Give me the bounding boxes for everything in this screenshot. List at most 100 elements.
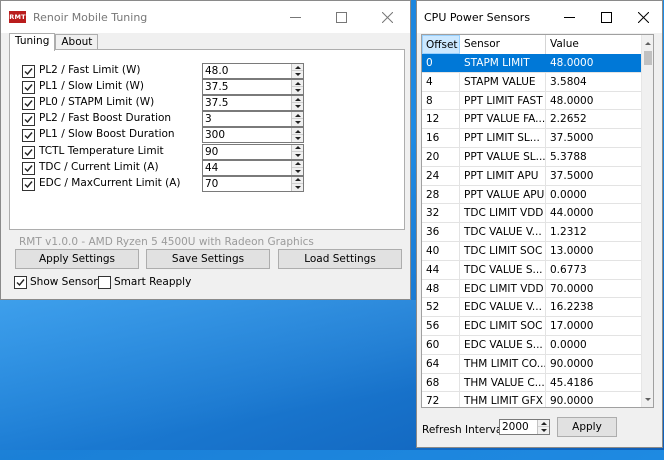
table-row[interactable]: 0 STAPM LIMIT 48.0000 bbox=[422, 54, 642, 73]
table-row[interactable]: 60 EDC VALUE S... 0.0000 bbox=[422, 336, 642, 355]
spin-up-button[interactable] bbox=[292, 80, 303, 88]
value-cell[interactable]: 0.6773 bbox=[546, 261, 642, 279]
param-checkbox[interactable] bbox=[22, 97, 35, 111]
spin-down-button[interactable] bbox=[538, 427, 549, 434]
spin-down-button[interactable] bbox=[292, 71, 303, 78]
sensor-cell[interactable]: THM VALUE C... bbox=[460, 373, 546, 392]
param-value[interactable]: 300 bbox=[205, 129, 225, 141]
offset-cell[interactable]: 52 bbox=[422, 298, 460, 317]
column-header-offset[interactable]: Offset bbox=[422, 35, 460, 54]
offset-cell[interactable]: 44 bbox=[422, 260, 460, 279]
table-row[interactable]: 64 THM LIMIT CO... 90.0000 bbox=[422, 354, 642, 374]
spin-up-button[interactable] bbox=[292, 112, 303, 120]
spin-down-button[interactable] bbox=[292, 103, 303, 110]
sensor-cell[interactable]: PPT VALUE SL... bbox=[460, 148, 546, 166]
value-cell[interactable]: 90.0000 bbox=[546, 392, 642, 407]
table-row[interactable]: 24 PPT LIMIT APU 37.5000 bbox=[422, 166, 642, 186]
tab-about[interactable]: About bbox=[55, 34, 99, 50]
param-checkbox[interactable] bbox=[22, 81, 35, 95]
spin-up-button[interactable] bbox=[292, 145, 303, 152]
grid-scrollbar[interactable] bbox=[641, 35, 653, 407]
sensor-cell[interactable]: TDC LIMIT SOC bbox=[460, 242, 546, 260]
show-sensors-checkbox[interactable]: Show Sensors bbox=[14, 275, 103, 291]
table-row[interactable]: 56 EDC LIMIT SOC 17.0000 bbox=[422, 317, 642, 336]
smart-reapply-checkbox[interactable]: Smart Reapply bbox=[98, 275, 191, 291]
sensor-minimize-button[interactable] bbox=[551, 1, 588, 33]
sensor-cell[interactable]: STAPM VALUE bbox=[460, 72, 546, 91]
offset-cell[interactable]: 12 bbox=[422, 110, 460, 129]
table-row[interactable]: 48 EDC LIMIT VDD 70.0000 bbox=[422, 279, 642, 299]
spin-down-button[interactable] bbox=[292, 119, 303, 126]
param-checkbox[interactable] bbox=[22, 161, 35, 175]
table-row[interactable]: 16 PPT LIMIT SL... 37.5000 bbox=[422, 129, 642, 148]
offset-cell[interactable]: 8 bbox=[422, 91, 460, 110]
sensor-cell[interactable]: STAPM LIMIT bbox=[460, 54, 546, 72]
param-value[interactable]: 37.5 bbox=[205, 81, 228, 93]
offset-cell[interactable]: 32 bbox=[422, 204, 460, 223]
param-value-input[interactable]: 70 bbox=[202, 175, 304, 192]
tab-tuning[interactable]: Tuning bbox=[9, 33, 56, 51]
sensor-cell[interactable]: PPT LIMIT SL... bbox=[460, 129, 546, 148]
table-row[interactable]: 44 TDC VALUE S... 0.6773 bbox=[422, 260, 642, 280]
param-value-input[interactable]: 37.5 bbox=[202, 95, 304, 112]
sensor-cell[interactable]: TDC VALUE V... bbox=[460, 223, 546, 242]
table-row[interactable]: 28 PPT VALUE APU 0.0000 bbox=[422, 185, 642, 205]
spin-down-button[interactable] bbox=[292, 87, 303, 94]
offset-cell[interactable]: 0 bbox=[422, 54, 460, 72]
scroll-thumb[interactable] bbox=[644, 51, 652, 65]
value-cell[interactable]: 17.0000 bbox=[546, 317, 642, 335]
value-cell[interactable]: 1.2312 bbox=[546, 223, 642, 241]
scroll-down-button[interactable] bbox=[642, 392, 653, 406]
table-row[interactable]: 40 TDC LIMIT SOC 13.0000 bbox=[422, 242, 642, 261]
offset-cell[interactable]: 48 bbox=[422, 279, 460, 298]
value-cell[interactable]: 45.4186 bbox=[546, 374, 642, 392]
sensor-cell[interactable]: PPT VALUE APU bbox=[460, 185, 546, 204]
column-header-value[interactable]: Value bbox=[546, 35, 642, 54]
sensor-titlebar[interactable]: CPU Power Sensors bbox=[417, 1, 662, 33]
param-value[interactable]: 90 bbox=[205, 146, 218, 158]
sensor-cell[interactable]: TDC LIMIT VDD bbox=[460, 204, 546, 223]
sensor-cell[interactable]: EDC VALUE V... bbox=[460, 298, 546, 317]
spin-down-button[interactable] bbox=[292, 152, 303, 159]
value-cell[interactable]: 90.0000 bbox=[546, 355, 642, 373]
sensor-cell[interactable]: EDC LIMIT VDD bbox=[460, 279, 546, 298]
offset-cell[interactable]: 68 bbox=[422, 373, 460, 392]
sensor-grid[interactable]: Offset Sensor Value 0 STAPM LIMIT 48.0000 4… bbox=[421, 34, 654, 408]
value-cell[interactable]: 0.0000 bbox=[546, 336, 642, 354]
value-cell[interactable]: 5.3788 bbox=[546, 148, 642, 166]
minimize-button[interactable] bbox=[272, 1, 318, 33]
table-row[interactable]: 72 THM LIMIT GFX 90.0000 bbox=[422, 392, 642, 407]
offset-cell[interactable]: 16 bbox=[422, 129, 460, 148]
param-checkbox[interactable] bbox=[22, 145, 35, 159]
spin-up-button[interactable] bbox=[292, 64, 303, 71]
table-row[interactable]: 4 STAPM VALUE 3.5804 bbox=[422, 72, 642, 92]
offset-cell[interactable]: 40 bbox=[422, 242, 460, 260]
offset-cell[interactable]: 36 bbox=[422, 223, 460, 242]
offset-cell[interactable]: 24 bbox=[422, 166, 460, 185]
spin-down-button[interactable] bbox=[292, 184, 303, 191]
offset-cell[interactable]: 56 bbox=[422, 317, 460, 336]
column-header-sensor[interactable]: Sensor bbox=[460, 35, 546, 54]
sensor-cell[interactable]: PPT LIMIT FAST bbox=[460, 91, 546, 110]
value-cell[interactable]: 13.0000 bbox=[546, 242, 642, 260]
sensor-maximize-button[interactable] bbox=[588, 1, 625, 33]
param-value-input[interactable]: 3 bbox=[202, 111, 304, 128]
param-value[interactable]: 37.5 bbox=[205, 97, 228, 109]
save-settings-button[interactable]: Save Settings bbox=[146, 249, 270, 269]
value-cell[interactable]: 48.0000 bbox=[546, 92, 642, 110]
param-value-input[interactable]: 48.0 bbox=[202, 63, 304, 79]
table-row[interactable]: 8 PPT LIMIT FAST 48.0000 bbox=[422, 91, 642, 111]
offset-cell[interactable]: 28 bbox=[422, 185, 460, 204]
offset-cell[interactable]: 64 bbox=[422, 354, 460, 373]
spin-up-button[interactable] bbox=[292, 96, 303, 104]
scroll-up-button[interactable] bbox=[642, 36, 653, 50]
sensor-cell[interactable]: EDC VALUE S... bbox=[460, 336, 546, 354]
table-row[interactable]: 52 EDC VALUE V... 16.2238 bbox=[422, 298, 642, 318]
spin-up-button[interactable] bbox=[292, 177, 303, 184]
table-row[interactable]: 12 PPT VALUE FA... 2.2652 bbox=[422, 110, 642, 130]
value-cell[interactable]: 3.5804 bbox=[546, 73, 642, 91]
sensor-close-button[interactable] bbox=[625, 1, 662, 33]
offset-cell[interactable]: 60 bbox=[422, 336, 460, 354]
param-value-input[interactable]: 37.5 bbox=[202, 79, 304, 96]
spin-down-button[interactable] bbox=[292, 135, 303, 142]
